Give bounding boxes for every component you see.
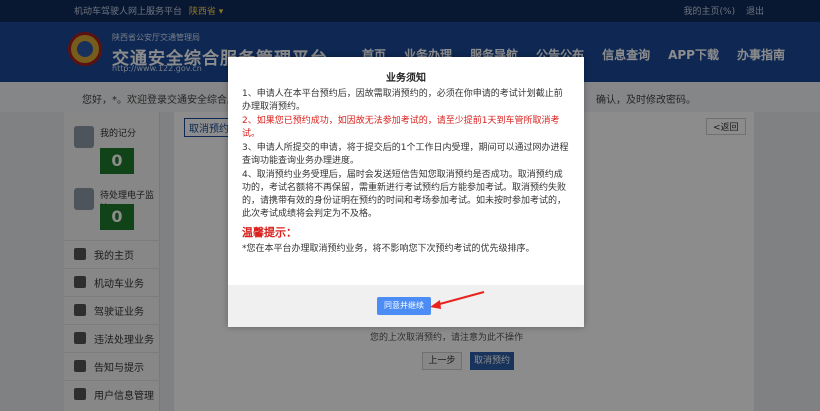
modal-item-4: 4、取消预约业务受理后，届时会发送短信告知您取消预约是否成功。取消预约成功的，考… [242, 170, 567, 219]
modal-item-3: 3、申请人所提交的申请，将于提交后的1个工作日内受理，期间可以通过网办进程查询功… [242, 143, 569, 166]
modal-item-1: 1、申请人在本平台预约后，因故需取消预约的，必须在你申请的考试计划截止前 办理取消… [242, 88, 570, 114]
modal-item-1b: 办理取消预约。 [242, 102, 306, 112]
modal-title: 业务须知 [386, 73, 426, 84]
agree-continue-button[interactable]: 同意并继续 [377, 297, 431, 315]
modal-footer: 同意并继续 [228, 285, 584, 327]
notice-modal: 业务须知 1、申请人在本平台预约后，因故需取消预约的，必须在你申请的考试计划截止… [228, 57, 584, 327]
tip-title: 温馨提示： [242, 226, 297, 239]
tip-text: *您在本平台办理取消预约业务，将不影响您下次预约考试的优先级排序。 [242, 244, 535, 254]
modal-item-1a: 1、申请人在本平台预约后，因故需取消预约的，必须在你申请的考试计划截止前 [242, 89, 563, 99]
modal-item-2: 2、如果您已预约成功，如因故无法参加考试的，请至少提前1天到车管所取消考试。 [242, 116, 560, 139]
modal-body: 业务须知 1、申请人在本平台预约后，因故需取消预约的，必须在你申请的考试计划截止… [228, 57, 584, 285]
